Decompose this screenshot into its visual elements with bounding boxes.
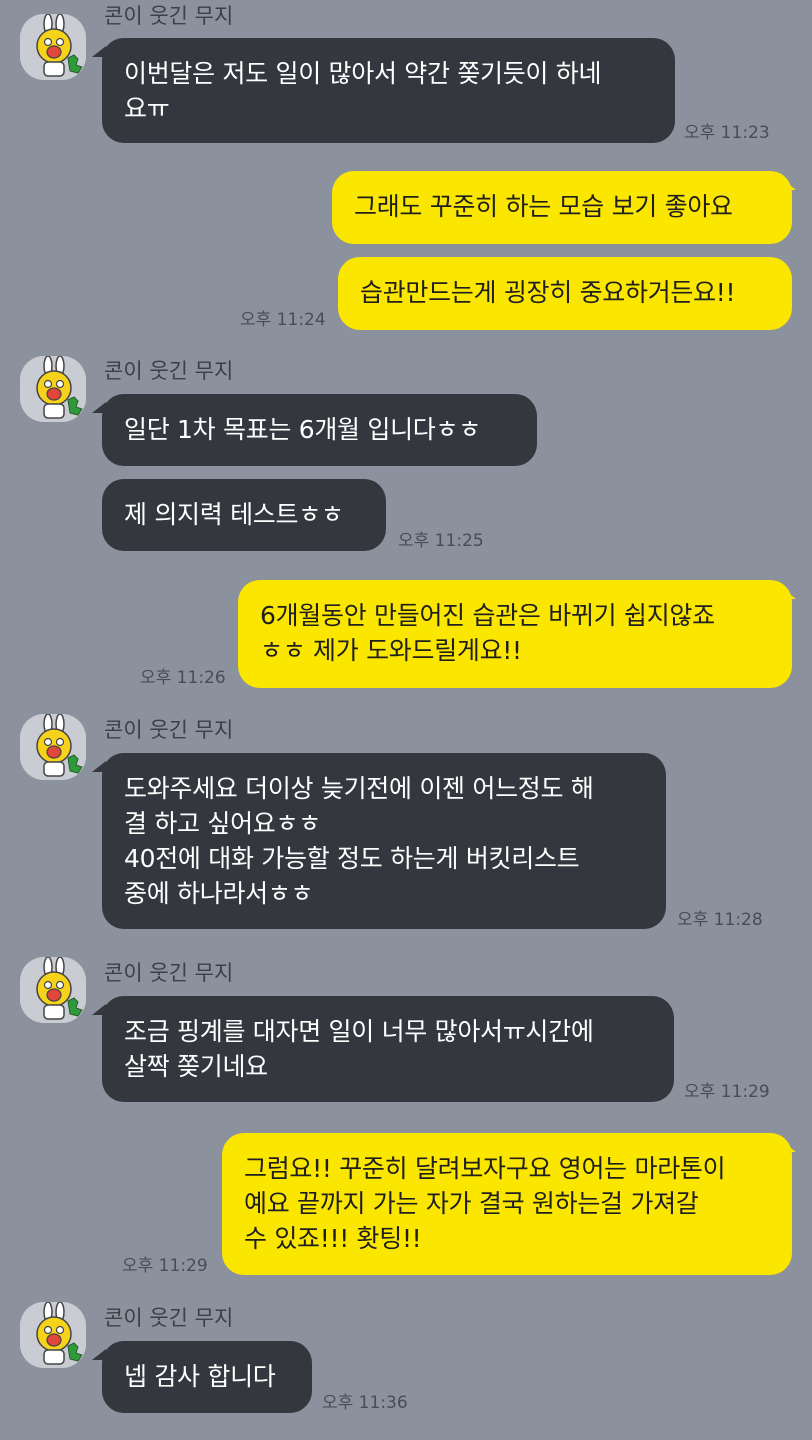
muzi-character-icon: [20, 14, 86, 80]
message-timestamp: 오후 11:24: [240, 310, 326, 330]
message-bubble-incoming[interactable]: 제 의지력 테스트ㅎㅎ: [102, 479, 386, 551]
message-timestamp: 오후 11:26: [140, 668, 226, 688]
contact-name: 콘이 웃긴 무지: [104, 4, 234, 28]
message-bubble-outgoing[interactable]: 그래도 꾸준히 하는 모습 보기 좋아요: [332, 171, 792, 244]
message-bubble-incoming[interactable]: 이번달은 저도 일이 많아서 약간 쫒기듯이 하네 요ㅠ: [102, 38, 675, 143]
message-bubble-incoming[interactable]: 도와주세요 더이상 늦기전에 이젠 어느정도 해 결 하고 싶어요ㅎㅎ 40전에…: [102, 753, 666, 929]
muzi-character-icon: [20, 356, 86, 422]
contact-avatar[interactable]: [20, 14, 86, 80]
message-timestamp: 오후 11:29: [684, 1082, 770, 1102]
contact-avatar[interactable]: [20, 356, 86, 422]
contact-name: 콘이 웃긴 무지: [104, 1306, 234, 1330]
contact-avatar[interactable]: [20, 957, 86, 1023]
message-timestamp: 오후 11:29: [122, 1256, 208, 1276]
contact-avatar[interactable]: [20, 714, 86, 780]
muzi-character-icon: [20, 957, 86, 1023]
message-timestamp: 오후 11:28: [677, 910, 763, 930]
message-timestamp: 오후 11:25: [398, 531, 484, 551]
message-bubble-outgoing[interactable]: 습관만드는게 굉장히 중요하거든요!!: [338, 257, 792, 330]
message-timestamp: 오후 11:23: [684, 123, 770, 143]
contact-name: 콘이 웃긴 무지: [104, 718, 234, 742]
message-bubble-outgoing[interactable]: 6개월동안 만들어진 습관은 바뀌기 쉽지않죠 ㅎㅎ 제가 도와드릴게요!!: [238, 580, 792, 688]
message-timestamp: 오후 11:36: [322, 1393, 408, 1413]
contact-avatar[interactable]: [20, 1302, 86, 1368]
muzi-character-icon: [20, 1302, 86, 1368]
message-bubble-incoming[interactable]: 조금 핑계를 대자면 일이 너무 많아서ㅠ시간에 살짝 쫒기네요: [102, 996, 674, 1102]
message-bubble-incoming[interactable]: 일단 1차 목표는 6개월 입니다ㅎㅎ: [102, 394, 537, 466]
message-bubble-outgoing[interactable]: 그럼요!! 꾸준히 달려보자구요 영어는 마라톤이 예요 끝까지 가는 자가 결…: [222, 1133, 792, 1275]
contact-name: 콘이 웃긴 무지: [104, 359, 234, 383]
contact-name: 콘이 웃긴 무지: [104, 961, 234, 985]
muzi-character-icon: [20, 714, 86, 780]
message-bubble-incoming[interactable]: 넵 감사 합니다: [102, 1341, 312, 1413]
